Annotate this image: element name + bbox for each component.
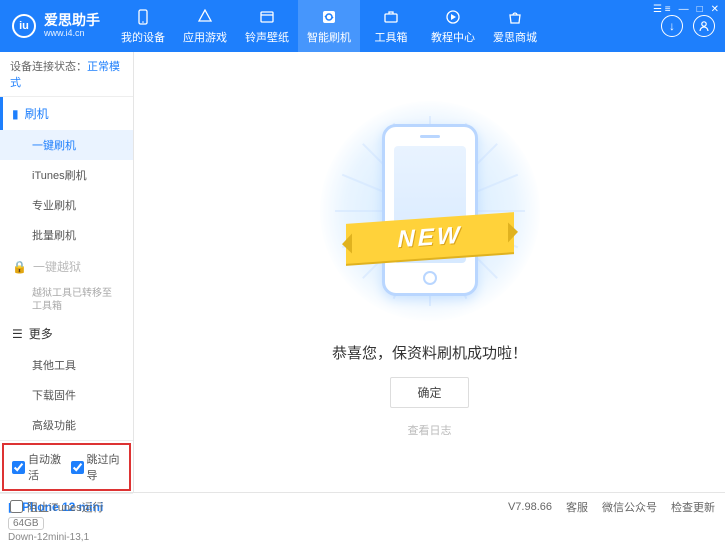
topnav-store[interactable]: 爱思商城: [484, 0, 546, 52]
topnav-toolbox[interactable]: 工具箱: [360, 0, 422, 52]
close-icon[interactable]: ✕: [711, 4, 719, 15]
sidebar-item-pro[interactable]: 专业刷机: [0, 190, 133, 220]
download-icon[interactable]: ↓: [661, 15, 683, 37]
sidebar-head-flash[interactable]: ▮ 刷机: [0, 97, 133, 130]
app-name: 爱思助手: [44, 13, 100, 28]
maximize-icon[interactable]: □: [697, 4, 703, 15]
sidebar: 设备连接状态：正常模式 ▮ 刷机 一键刷机 iTunes刷机 专业刷机 批量刷机…: [0, 52, 134, 492]
tutorial-icon: [444, 8, 462, 26]
window-controls: ☰ ≡ — □ ✕: [653, 4, 719, 15]
sidebar-head-jailbreak[interactable]: 🔒 一键越狱: [0, 250, 133, 283]
toolbox-icon: [382, 8, 400, 26]
sidebar-item-other[interactable]: 其他工具: [0, 350, 133, 380]
skip-guide-checkbox[interactable]: 跳过向导: [71, 451, 122, 483]
user-icon[interactable]: [693, 15, 715, 37]
topnav-apps[interactable]: 应用游戏: [174, 0, 236, 52]
lock-icon: 🔒: [12, 260, 27, 274]
view-log-link[interactable]: 查看日志: [408, 422, 452, 438]
sidebar-item-itunes[interactable]: iTunes刷机: [0, 160, 133, 190]
logo: iu 爱思助手 www.i4.cn: [0, 13, 112, 38]
list-icon: ☰: [12, 327, 23, 341]
connection-status: 设备连接状态：正常模式: [0, 52, 133, 97]
block-itunes-checkbox[interactable]: 阻止iTunes运行: [10, 499, 104, 515]
sidebar-item-oneclick[interactable]: 一键刷机: [0, 130, 133, 160]
titlebar: iu 爱思助手 www.i4.cn 我的设备应用游戏铃声壁纸智能刷机工具箱教程中…: [0, 0, 725, 52]
wechat-link[interactable]: 微信公众号: [602, 499, 657, 515]
options-row: 自动激活 跳过向导: [2, 443, 131, 491]
topnav-phone[interactable]: 我的设备: [112, 0, 174, 52]
success-illustration: NEW: [360, 106, 500, 316]
topnav-flash[interactable]: 智能刷机: [298, 0, 360, 52]
phone-icon: [134, 8, 152, 26]
storage-badge: 64GB: [8, 517, 44, 530]
flash-icon: [320, 8, 338, 26]
minimize-icon[interactable]: —: [679, 4, 689, 15]
version-label: V7.98.66: [508, 501, 552, 513]
app-url: www.i4.cn: [44, 29, 100, 39]
top-nav: 我的设备应用游戏铃声壁纸智能刷机工具箱教程中心爱思商城: [112, 0, 661, 52]
sidebar-item-batch[interactable]: 批量刷机: [0, 220, 133, 250]
sidebar-item-advanced[interactable]: 高级功能: [0, 410, 133, 440]
wallpaper-icon: [258, 8, 276, 26]
jailbreak-note: 越狱工具已转移至 工具箱: [0, 283, 133, 317]
ribbon-text: NEW: [397, 222, 462, 255]
sidebar-item-firmware[interactable]: 下载固件: [0, 380, 133, 410]
apps-icon: [196, 8, 214, 26]
logo-icon: iu: [12, 14, 36, 38]
menu-icon[interactable]: ☰ ≡: [653, 4, 671, 15]
store-icon: [506, 8, 524, 26]
ok-button[interactable]: 确定: [390, 377, 468, 408]
check-update-link[interactable]: 检查更新: [671, 499, 715, 515]
topnav-tutorial[interactable]: 教程中心: [422, 0, 484, 52]
sidebar-head-more[interactable]: ☰ 更多: [0, 317, 133, 350]
support-link[interactable]: 客服: [566, 499, 588, 515]
phone-icon: ▮: [12, 107, 19, 121]
device-down: Down-12mini-13,1: [8, 532, 125, 543]
topnav-wallpaper[interactable]: 铃声壁纸: [236, 0, 298, 52]
auto-activate-checkbox[interactable]: 自动激活: [12, 451, 63, 483]
main-content: NEW 恭喜您，保资料刷机成功啦！ 确定 查看日志: [134, 52, 725, 492]
success-message: 恭喜您，保资料刷机成功啦！: [332, 342, 527, 363]
